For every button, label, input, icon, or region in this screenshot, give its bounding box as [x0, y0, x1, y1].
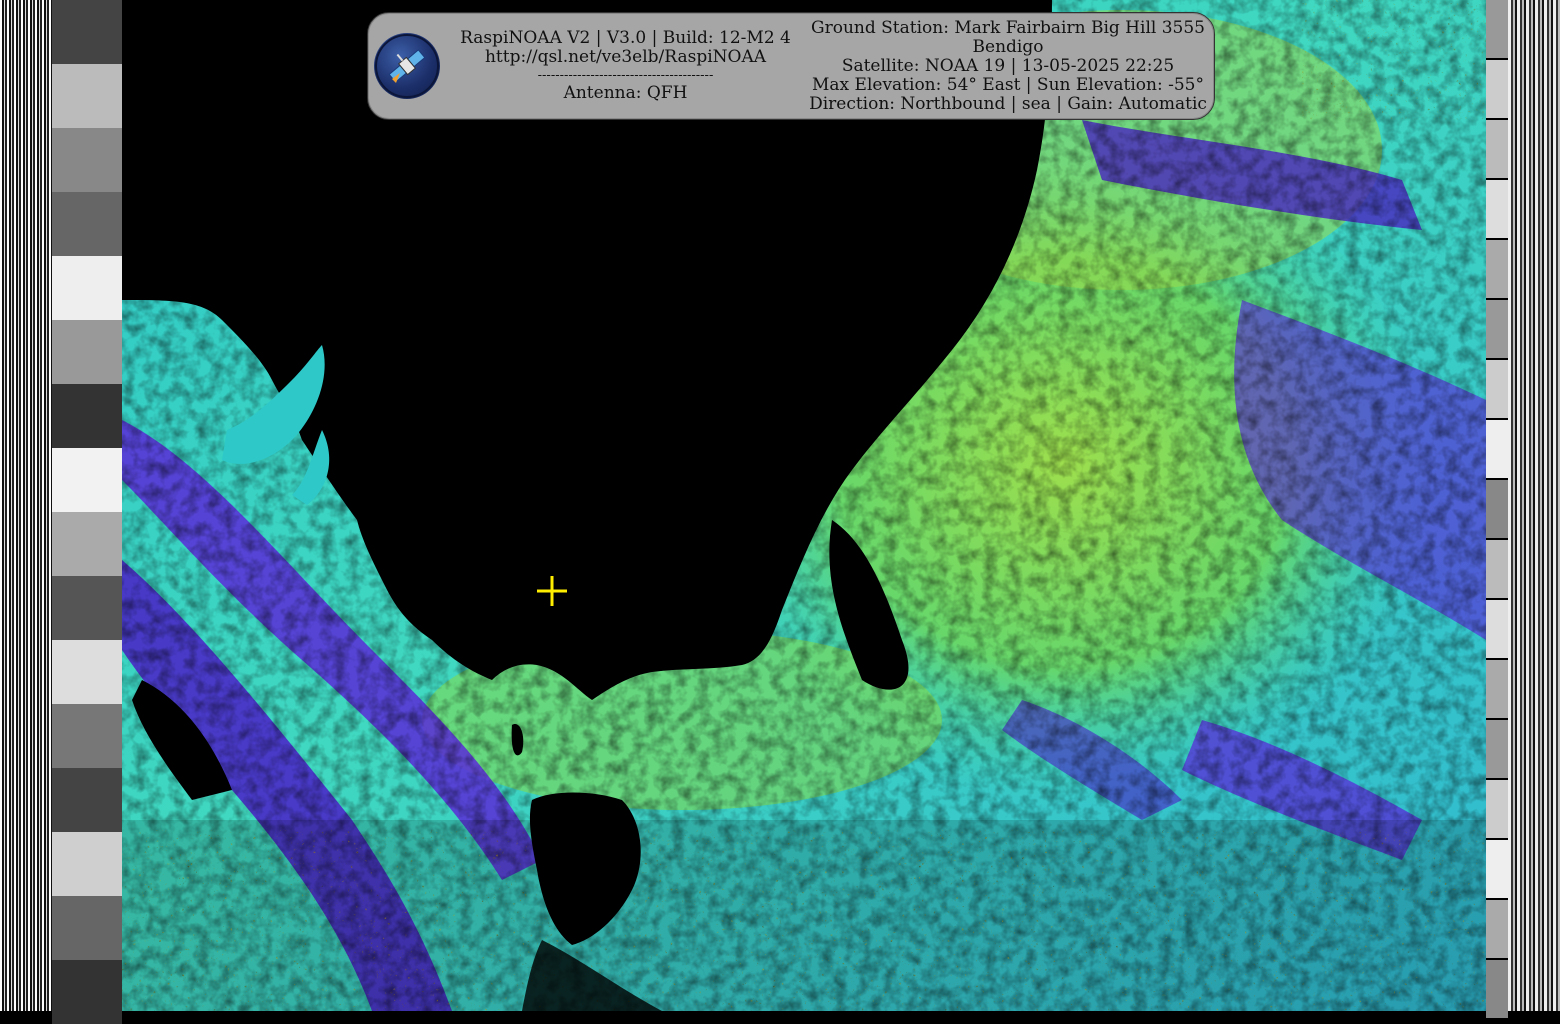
sync-stripes-left: [0, 0, 52, 1011]
crosshair-icon: [537, 576, 567, 606]
telemetry-wedge-right: [1486, 0, 1508, 1020]
project-url: http://qsl.net/ve3elb/RaspiNOAA: [484, 47, 766, 67]
software-version: RaspiNOAA V2 | V3.0 | Build: 12-M2 4: [460, 28, 791, 48]
direction-gain-info: Direction: Northbound | sea | Gain: Auto…: [809, 94, 1207, 114]
elevation-info: Max Elevation: 54° East | Sun Elevation:…: [812, 75, 1204, 95]
pass-info-panel: RaspiNOAA V2 | V3.0 | Build: 12-M2 4 htt…: [367, 12, 1215, 120]
satellite-image: [122, 0, 1486, 1011]
pass-details-block: Ground Station: Mark Fairbairn Big Hill …: [808, 19, 1208, 114]
separator-line: ----------------------------------------: [537, 68, 714, 83]
satellite-timestamp: Satellite: NOAA 19 | 13-05-2025 22:25: [841, 56, 1175, 76]
telemetry-wedge-left: [52, 0, 122, 1024]
sync-stripes-right: [1508, 0, 1560, 1011]
ground-station-city: Bendigo: [972, 37, 1044, 57]
antenna-info: Antenna: QFH: [563, 83, 688, 103]
satellite-logo-icon: [374, 33, 440, 99]
software-info-block: RaspiNOAA V2 | V3.0 | Build: 12-M2 4 htt…: [453, 29, 798, 103]
false-color-map: [122, 0, 1486, 1011]
ground-station: Ground Station: Mark Fairbairn Big Hill …: [811, 18, 1205, 38]
